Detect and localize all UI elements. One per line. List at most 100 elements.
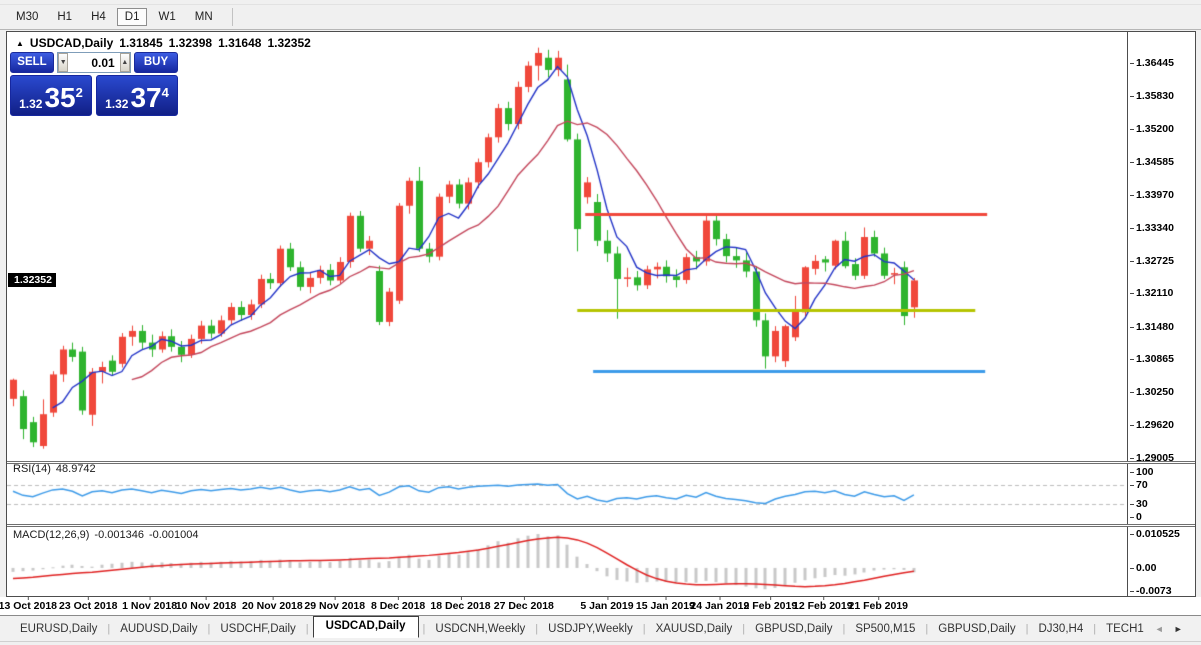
price-axis: 1.36445 1.35830 1.35200 1.34585 1.33970 1.333… xyxy=(1127,32,1194,598)
date-axis-label: 15 Jan 2019 xyxy=(635,597,695,612)
ohlc-low: 1.31648 xyxy=(218,36,262,50)
price-axis-label: 1.29620 xyxy=(1130,419,1174,432)
window-collapse-icon[interactable]: ▲ xyxy=(16,39,24,48)
rsi-indicator-label: RSI(14) 48.9742 xyxy=(13,463,101,475)
one-click-trading-panel: SELL ▼ ▲ BUY 1.32 35 2 1.32 37 4 xyxy=(10,52,178,116)
timeframe-button-mn[interactable]: MN xyxy=(187,8,221,26)
rsi-name: RSI(14) xyxy=(13,463,51,475)
pane-separator-macd[interactable] xyxy=(7,524,1195,527)
rsi-axis-label: 0 xyxy=(1130,511,1142,524)
buy-price-prefix: 1.32 xyxy=(105,97,129,111)
chart-tab-usdchf-daily[interactable]: USDCHF,Daily xyxy=(214,620,301,638)
date-axis-label: 10 Nov 2018 xyxy=(175,597,237,612)
macd-signal-value: -0.001004 xyxy=(148,529,199,541)
tab-separator: | xyxy=(842,622,846,635)
price-axis-label: 1.36445 xyxy=(1130,57,1174,70)
timeframe-button-w1[interactable]: W1 xyxy=(150,8,183,26)
chart-symbol-label: USDCAD,Daily xyxy=(29,36,114,50)
date-axis-label: 24 Jan 2019 xyxy=(690,597,750,612)
rsi-value: 48.9742 xyxy=(55,463,96,475)
tab-separator: | xyxy=(107,622,111,635)
sell-button[interactable]: SELL xyxy=(10,52,54,73)
price-axis-label: 1.34585 xyxy=(1130,155,1174,168)
tab-separator: | xyxy=(305,622,309,635)
timeframe-button-d1[interactable]: D1 xyxy=(116,8,148,26)
rsi-axis-label: 70 xyxy=(1130,479,1148,492)
rsi-axis-label: 30 xyxy=(1130,497,1148,510)
price-axis-label: 1.35830 xyxy=(1130,89,1174,102)
chart-tab-gbpusd-daily[interactable]: GBPUSD,Daily xyxy=(749,620,838,638)
tab-separator: | xyxy=(422,622,426,635)
chart-tab-audusd-daily[interactable]: AUDUSD,Daily xyxy=(114,620,203,638)
tab-separator: | xyxy=(535,622,539,635)
chart-tab-dj30-h4[interactable]: DJ30,H4 xyxy=(1032,620,1089,638)
date-axis-label: 2 Feb 2019 xyxy=(743,597,798,612)
sell-price-main: 35 xyxy=(44,82,76,113)
chart-window: 1.36445 1.35830 1.35200 1.34585 1.33970 1.333… xyxy=(6,31,1196,597)
date-axis: 13 Oct 2018 23 Oct 2018 1 Nov 2018 10 Nov 2… xyxy=(0,597,1201,615)
price-axis-label: 1.33970 xyxy=(1130,188,1174,201)
date-axis-label: 20 Nov 2018 xyxy=(242,597,303,612)
timeframe-button-h4[interactable]: H4 xyxy=(83,8,114,26)
sell-price-prefix: 1.32 xyxy=(19,97,43,111)
price-axis-label: 1.31480 xyxy=(1130,320,1174,333)
ohlc-open: 1.31845 xyxy=(119,36,163,50)
pane-separator-rsi[interactable] xyxy=(7,461,1195,464)
price-chart-canvas[interactable] xyxy=(7,32,1127,596)
date-axis-label: 13 Oct 2018 xyxy=(0,597,58,612)
chart-tab-usdcnh-weekly[interactable]: USDCNH,Weekly xyxy=(429,620,531,638)
tab-separator: | xyxy=(207,622,211,635)
date-axis-label: 18 Dec 2018 xyxy=(430,597,491,612)
sell-price-button[interactable]: 1.32 35 2 xyxy=(10,75,92,116)
volume-spinner: ▼ ▲ xyxy=(57,52,131,73)
price-axis-label: 1.32725 xyxy=(1130,254,1174,267)
volume-input[interactable] xyxy=(68,53,120,72)
bottom-strip xyxy=(0,641,1201,645)
chart-tab-gbpusd-daily[interactable]: GBPUSD,Daily xyxy=(932,620,1021,638)
chart-tab-xauusd-daily[interactable]: XAUUSD,Daily xyxy=(650,620,739,638)
tab-separator: | xyxy=(642,622,646,635)
ohlc-close: 1.32352 xyxy=(267,36,311,50)
macd-indicator-label: MACD(12,26,9) -0.001346 -0.001004 xyxy=(13,529,204,541)
tab-separator: | xyxy=(1025,622,1029,635)
chart-tab-tech1[interactable]: TECH1 xyxy=(1100,620,1150,638)
date-axis-label: 5 Jan 2019 xyxy=(580,597,634,612)
price-axis-label: 1.30250 xyxy=(1130,385,1174,398)
date-axis-label: 29 Nov 2018 xyxy=(304,597,366,612)
date-axis-label: 23 Oct 2018 xyxy=(59,597,118,612)
volume-increase-icon[interactable]: ▲ xyxy=(119,53,131,72)
volume-decrease-icon[interactable]: ▼ xyxy=(58,53,69,72)
price-axis-label: 1.35200 xyxy=(1130,123,1174,136)
buy-button[interactable]: BUY xyxy=(134,52,178,73)
macd-axis-label: 0.00 xyxy=(1129,561,1157,574)
date-axis-label: 1 Nov 2018 xyxy=(122,597,178,612)
chart-tab-usdcad-daily[interactable]: USDCAD,Daily xyxy=(312,616,419,638)
chart-title: ▲ USDCAD,Daily 1.31845 1.32398 1.31648 1… xyxy=(16,36,311,50)
macd-axis-label: 0.010525 xyxy=(1130,528,1180,540)
tab-separator: | xyxy=(925,622,929,635)
timeframe-toolbar: M30 H1 H4 D1 W1 MN xyxy=(0,0,1201,30)
tabs-scroll-left-icon[interactable]: ◄ xyxy=(1150,624,1169,634)
timeframe-button-m30[interactable]: M30 xyxy=(8,8,46,26)
date-axis-label: 12 Feb 2019 xyxy=(793,597,853,612)
date-axis-label: 27 Dec 2018 xyxy=(493,597,554,612)
timeframe-button-h1[interactable]: H1 xyxy=(49,8,80,26)
buy-price-button[interactable]: 1.32 37 4 xyxy=(96,75,178,116)
macd-axis-label: -0.0073 xyxy=(1130,585,1172,598)
price-axis-label: 1.33340 xyxy=(1130,222,1174,234)
tab-separator: | xyxy=(1093,622,1097,635)
chart-tab-bar: EURUSD,Daily | AUDUSD,Daily | USDCHF,Daily | U… xyxy=(0,615,1201,641)
ohlc-high: 1.32398 xyxy=(168,36,213,50)
buy-price-pip: 4 xyxy=(161,85,169,100)
toolbar-separator xyxy=(231,8,233,26)
price-axis-label: 1.30865 xyxy=(1130,353,1174,366)
chart-tab-usdjpy-weekly[interactable]: USDJPY,Weekly xyxy=(542,620,639,638)
chart-tab-sp500-m15[interactable]: SP500,M15 xyxy=(849,620,921,638)
tab-separator: | xyxy=(742,622,746,635)
chart-tab-eurusd-daily[interactable]: EURUSD,Daily xyxy=(14,620,103,638)
macd-value: -0.001346 xyxy=(94,529,144,541)
buy-price-main: 37 xyxy=(130,82,162,113)
date-axis-label: 8 Dec 2018 xyxy=(370,597,426,612)
tabs-scroll-right-icon[interactable]: ► xyxy=(1169,624,1188,634)
date-axis-label: 21 Feb 2019 xyxy=(848,597,909,612)
